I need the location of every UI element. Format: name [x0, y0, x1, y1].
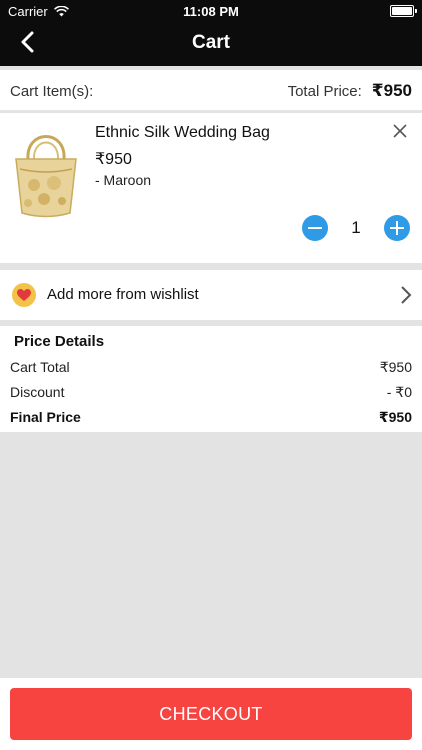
quantity-value: 1	[351, 218, 361, 237]
price-row-cart-total: Cart Total ₹950	[10, 359, 412, 376]
total-price-label: Total Price:	[287, 83, 362, 100]
increase-quantity-button[interactable]	[384, 215, 410, 241]
product-price: ₹950	[95, 151, 132, 168]
product-image[interactable]	[8, 125, 84, 221]
price-row-label: Final Price	[10, 409, 81, 425]
price-row-discount: Discount - ₹0	[10, 384, 412, 401]
product-variant: - Maroon	[95, 172, 152, 188]
heart-icon	[17, 288, 31, 301]
quantity-stepper: 1	[302, 215, 410, 241]
battery-icon	[390, 5, 417, 17]
status-time: 11:08 PM	[183, 4, 239, 19]
cart-summary: Cart Item(s): Total Price: ₹950	[0, 70, 422, 111]
wishlist-badge	[12, 283, 36, 307]
page-title: Cart	[191, 32, 230, 53]
checkout-bar: CHECKOUT	[0, 678, 422, 750]
checkout-button[interactable]: CHECKOUT	[10, 688, 412, 740]
chevron-right-icon	[401, 286, 412, 304]
wishlist-label: Add more from wishlist	[47, 286, 199, 303]
decrease-quantity-button[interactable]	[302, 215, 328, 241]
price-row-value: ₹950	[378, 409, 412, 425]
price-details: Price Details Cart Total ₹950 Discount -…	[0, 326, 422, 432]
price-row-value: ₹950	[379, 359, 412, 375]
wishlist-row[interactable]: Add more from wishlist	[0, 270, 422, 320]
price-row-label: Cart Total	[10, 359, 70, 375]
price-row-label: Discount	[10, 384, 65, 400]
status-bar: Carrier 11:08 PM	[0, 0, 422, 22]
price-row-value: - ₹0	[386, 384, 412, 400]
price-details-title: Price Details	[14, 333, 105, 350]
cart-items-label: Cart Item(s):	[10, 83, 94, 100]
total-price: Total Price: ₹950	[288, 81, 412, 101]
close-icon[interactable]	[392, 123, 408, 139]
product-name[interactable]: Ethnic Silk Wedding Bag	[95, 124, 270, 142]
total-price-value: ₹950	[371, 81, 412, 100]
cart-item: Ethnic Silk Wedding Bag ₹950 - Maroon 1	[0, 113, 422, 263]
price-row-final: Final Price ₹950	[10, 409, 412, 426]
app-header: Carrier 11:08 PM Cart	[0, 0, 422, 66]
